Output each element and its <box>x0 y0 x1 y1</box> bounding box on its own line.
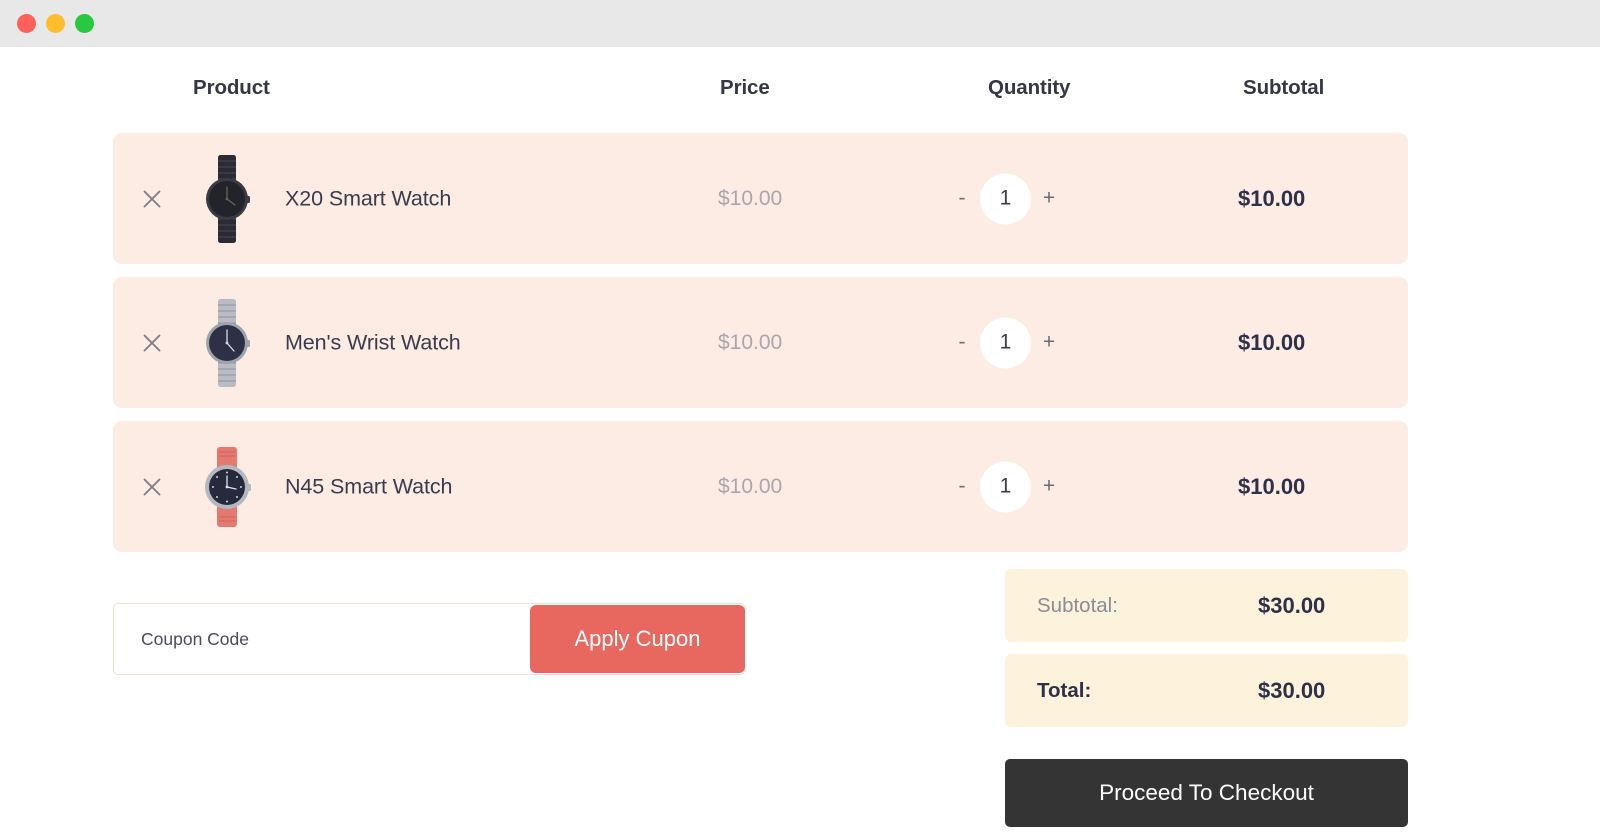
table-row: N45 Smart Watch $10.00 - 1 + $10.00 <box>113 421 1408 552</box>
column-header-quantity: Quantity <box>988 76 1071 99</box>
coupon-code-input[interactable] <box>141 604 571 674</box>
product-price: $10.00 <box>718 186 783 210</box>
decrement-quantity-button[interactable]: - <box>953 186 971 212</box>
minimize-window-button[interactable] <box>46 14 65 33</box>
summary-row-total: Total: $30.00 <box>1005 654 1408 727</box>
apply-coupon-button[interactable]: Apply Cupon <box>530 605 745 673</box>
quantity-stepper: - 1 + <box>953 317 1058 368</box>
table-row: X20 Smart Watch $10.00 - 1 + $10.00 <box>113 133 1408 264</box>
product-subtotal: $10.00 <box>1238 473 1306 499</box>
quantity-stepper: - 1 + <box>953 173 1058 224</box>
product-name: X20 Smart Watch <box>285 186 452 210</box>
cart-page: Product Price Quantity Subtotal X20 Smar… <box>0 47 1600 839</box>
cart-table-header: Product Price Quantity Subtotal <box>113 76 1408 106</box>
close-window-button[interactable] <box>17 14 36 33</box>
quantity-value[interactable]: 1 <box>980 461 1031 512</box>
watch-black-bracelet-icon <box>194 151 260 247</box>
close-icon[interactable] <box>139 186 165 212</box>
product-subtotal: $10.00 <box>1238 185 1306 211</box>
column-header-subtotal: Subtotal <box>1243 76 1325 99</box>
coupon-form: Apply Cupon <box>113 603 745 675</box>
increment-quantity-button[interactable]: + <box>1040 330 1058 356</box>
maximize-window-button[interactable] <box>75 14 94 33</box>
decrement-quantity-button[interactable]: - <box>953 474 971 500</box>
summary-value: $30.00 <box>1258 677 1326 703</box>
product-subtotal: $10.00 <box>1238 329 1306 355</box>
product-name: Men's Wrist Watch <box>285 330 461 354</box>
watch-silver-bracelet-icon <box>194 295 260 391</box>
table-row: Men's Wrist Watch $10.00 - 1 + $10.00 <box>113 277 1408 408</box>
proceed-to-checkout-button[interactable]: Proceed To Checkout <box>1005 759 1408 827</box>
app-window: Product Price Quantity Subtotal X20 Smar… <box>0 0 1600 839</box>
close-icon[interactable] <box>139 474 165 500</box>
quantity-stepper: - 1 + <box>953 461 1058 512</box>
product-price: $10.00 <box>718 474 783 498</box>
increment-quantity-button[interactable]: + <box>1040 474 1058 500</box>
cart-summary: Subtotal: $30.00 Total: $30.00 <box>1005 569 1408 739</box>
cart-items-list: X20 Smart Watch $10.00 - 1 + $10.00 Men'… <box>113 133 1408 565</box>
column-header-product: Product <box>193 76 270 99</box>
summary-row-subtotal: Subtotal: $30.00 <box>1005 569 1408 642</box>
watch-red-leather-icon <box>194 439 260 535</box>
product-price: $10.00 <box>718 330 783 354</box>
summary-label: Subtotal: <box>1037 593 1118 617</box>
product-name: N45 Smart Watch <box>285 474 453 498</box>
close-icon[interactable] <box>139 330 165 356</box>
window-titlebar <box>0 0 1600 47</box>
increment-quantity-button[interactable]: + <box>1040 186 1058 212</box>
column-header-price: Price <box>720 76 770 99</box>
decrement-quantity-button[interactable]: - <box>953 330 971 356</box>
summary-label: Total: <box>1037 678 1092 702</box>
quantity-value[interactable]: 1 <box>980 173 1031 224</box>
summary-value: $30.00 <box>1258 592 1326 618</box>
quantity-value[interactable]: 1 <box>980 317 1031 368</box>
traffic-light-group <box>17 14 94 33</box>
